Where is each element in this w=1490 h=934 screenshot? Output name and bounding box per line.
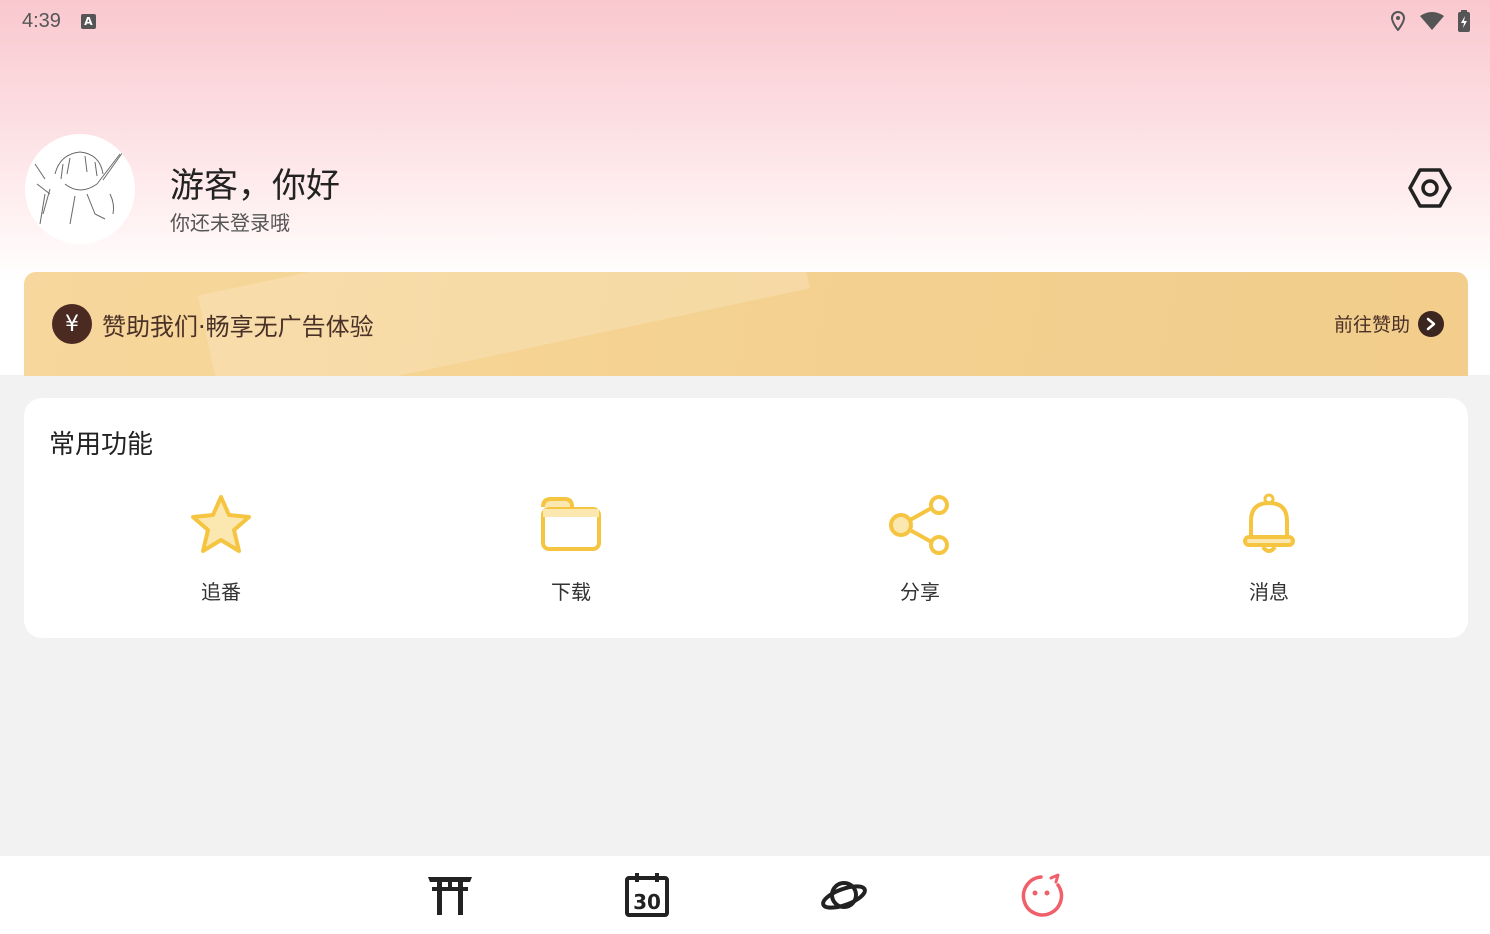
sponsor-link[interactable]: 前往赞助	[1334, 310, 1444, 337]
nav-discover[interactable]	[819, 872, 869, 918]
status-icons	[1390, 10, 1470, 32]
nav-home[interactable]	[425, 872, 475, 918]
sponsor-banner[interactable]: ¥ 赞助我们·畅享无广告体验 前往赞助	[24, 272, 1468, 376]
status-bar: 4:39 A	[0, 0, 1490, 42]
avatar[interactable]	[25, 134, 135, 244]
sponsor-link-label: 前往赞助	[1333, 314, 1410, 336]
function-messages[interactable]: 消息	[1179, 490, 1359, 610]
card-title: 常用功能	[49, 430, 154, 460]
face-icon	[1021, 873, 1064, 917]
sponsor-text: 赞助我们·畅享无广告体验	[102, 312, 374, 341]
svg-text:30: 30	[633, 890, 661, 914]
star-icon	[186, 490, 256, 560]
chevron-right-icon	[1418, 310, 1444, 337]
avatar-sketch-icon	[34, 148, 126, 225]
function-follow[interactable]: 追番	[131, 490, 311, 610]
torii-gate-icon	[428, 877, 472, 915]
settings-hexagon-icon	[1408, 168, 1452, 208]
location-icon	[1390, 11, 1406, 31]
function-label: 消息	[1249, 580, 1289, 604]
nav-profile[interactable]	[1016, 872, 1066, 918]
calendar-icon: 30	[625, 873, 669, 917]
battery-icon	[1458, 10, 1470, 32]
nav-schedule[interactable]: 30	[622, 872, 672, 918]
function-label: 下载	[551, 580, 591, 604]
bottom-navigation: 30	[0, 856, 1490, 934]
wifi-icon	[1420, 12, 1444, 30]
settings-button[interactable]	[1408, 166, 1452, 210]
status-time: 4:39	[22, 9, 61, 32]
common-functions-card: 常用功能 追番 下载 分享 消息	[24, 398, 1468, 638]
bell-icon	[1234, 490, 1304, 560]
function-download[interactable]: 下载	[481, 490, 661, 610]
folder-icon	[536, 490, 606, 560]
function-label: 追番	[201, 580, 241, 604]
login-hint[interactable]: 你还未登录哦	[170, 207, 290, 236]
function-share[interactable]: 分享	[830, 490, 1010, 610]
yen-icon: ¥	[52, 304, 92, 344]
share-icon	[885, 490, 955, 560]
function-label: 分享	[900, 580, 940, 604]
notification-icon: A	[80, 13, 96, 29]
greeting-title[interactable]: 游客，你好	[170, 158, 340, 207]
planet-icon	[821, 881, 867, 910]
